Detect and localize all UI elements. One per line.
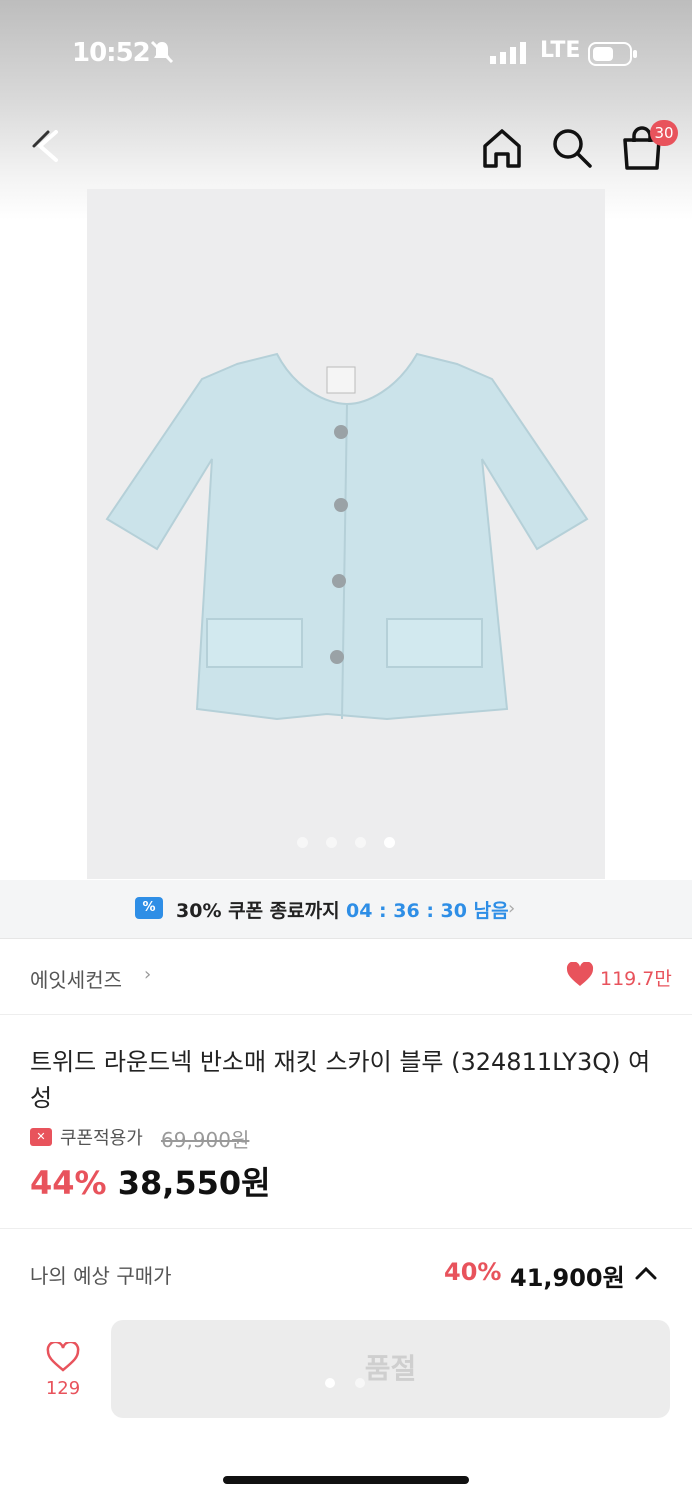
expected-price-label: 나의 예상 구매가 bbox=[30, 1264, 172, 1288]
jacket-illustration bbox=[105, 352, 589, 721]
price-row: 44% 38,550원 bbox=[30, 1158, 271, 1204]
carousel-dots bbox=[87, 833, 605, 852]
loading-dot bbox=[355, 1378, 365, 1388]
final-price: 38,550원 bbox=[117, 1164, 271, 1202]
wishlist-count: 129 bbox=[45, 1378, 81, 1399]
top-nav: 30 bbox=[0, 120, 692, 176]
sold-out-label: 품절 bbox=[364, 1352, 417, 1385]
battery-icon bbox=[588, 42, 638, 70]
product-title: 트위드 라운드넥 반소매 재킷 스카이 블루 (324811LY3Q) 여성 bbox=[30, 1048, 651, 1112]
coupon-text: 30% 쿠폰 종료까지 bbox=[176, 900, 340, 922]
coupon-tag-icon: ✕ bbox=[30, 1128, 52, 1146]
heart-outline-icon bbox=[46, 1340, 80, 1372]
brand-name[interactable]: 에잇세컨즈 bbox=[30, 964, 122, 993]
coupon-icon: % bbox=[135, 897, 163, 919]
chevron-right-icon[interactable]: › bbox=[144, 964, 151, 985]
bottom-action-bar: 129 품절 bbox=[0, 1320, 692, 1420]
divider bbox=[0, 1228, 692, 1229]
network-type: LTE bbox=[540, 38, 581, 63]
expected-price-row[interactable]: 나의 예상 구매가 40% 41,900원 bbox=[0, 1254, 692, 1294]
chevron-right-icon: › bbox=[508, 898, 516, 919]
brand-row: 에잇세컨즈 › 119.7만 bbox=[0, 938, 692, 1015]
brand-likes-count: 119.7만 bbox=[600, 968, 672, 990]
original-price: 69,900원 bbox=[161, 1128, 250, 1152]
product-image[interactable] bbox=[87, 189, 605, 879]
chevron-up-icon[interactable] bbox=[632, 1260, 660, 1292]
expected-rate: 40% bbox=[444, 1258, 502, 1286]
expected-price: 41,900원 bbox=[510, 1264, 625, 1292]
home-icon[interactable] bbox=[480, 126, 524, 174]
signal-icon bbox=[490, 42, 530, 68]
sold-out-button[interactable]: 품절 bbox=[111, 1320, 670, 1418]
wishlist-button[interactable]: 129 bbox=[40, 1340, 86, 1399]
status-time: 10:52 bbox=[72, 38, 151, 68]
discount-rate: 44% bbox=[30, 1164, 107, 1202]
price-label: 쿠폰적용가 bbox=[60, 1128, 143, 1149]
carousel-dot[interactable] bbox=[355, 837, 366, 848]
status-bar: 10:52 LTE bbox=[0, 38, 692, 68]
coupon-countdown: 04 : 36 : 30 남음 bbox=[346, 900, 509, 922]
cart-count-badge: 30 bbox=[650, 120, 678, 146]
carousel-dot[interactable] bbox=[297, 837, 308, 848]
home-indicator[interactable] bbox=[223, 1476, 469, 1484]
loading-dot bbox=[325, 1378, 335, 1388]
back-icon[interactable] bbox=[26, 124, 70, 172]
carousel-dot[interactable] bbox=[384, 837, 395, 848]
search-icon[interactable] bbox=[550, 126, 594, 174]
top-gradient bbox=[0, 0, 692, 220]
silent-bell-icon bbox=[148, 38, 176, 70]
heart-icon[interactable] bbox=[566, 961, 594, 992]
carousel-dot[interactable] bbox=[326, 837, 337, 848]
coupon-countdown-bar[interactable]: % 30% 쿠폰 종료까지 04 : 36 : 30 남음 › bbox=[0, 880, 692, 939]
